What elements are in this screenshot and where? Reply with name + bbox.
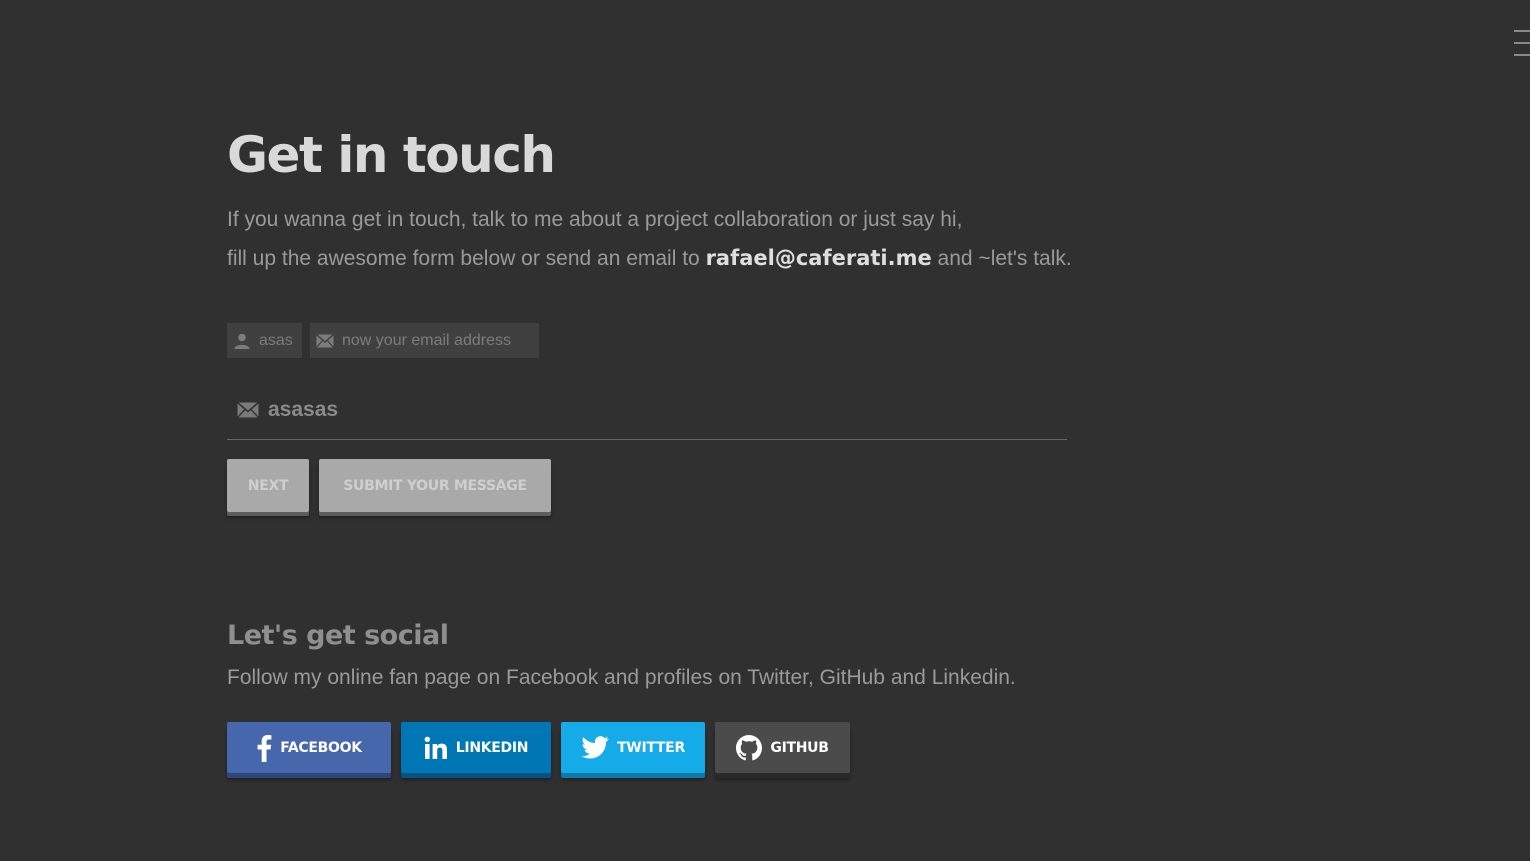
message-input[interactable]: asasas (227, 380, 1067, 440)
linkedin-button-label: LINKEDIN (455, 739, 529, 756)
email-chip[interactable]: now your email address (310, 323, 539, 358)
envelope-icon (316, 333, 334, 348)
intro-line-2-after: and ~let's talk. (931, 247, 1072, 270)
linkedin-button[interactable]: LINKEDIN (401, 722, 551, 773)
message-input-value: asasas (268, 397, 339, 421)
name-chip-value: asas (259, 331, 293, 349)
facebook-button-label: FACEBOOK (280, 739, 362, 756)
intro-line-2-before: fill up the awesome form below or send a… (227, 247, 706, 270)
facebook-icon (257, 734, 272, 762)
linkedin-icon (424, 736, 447, 759)
twitter-icon (581, 736, 609, 759)
envelope-icon (237, 401, 259, 418)
contact-email-link[interactable]: rafael@caferati.me (706, 246, 932, 270)
twitter-button[interactable]: TWITTER (561, 722, 705, 773)
email-chip-placeholder: now your email address (342, 331, 511, 349)
name-chip[interactable]: asas (227, 323, 302, 358)
github-button-label: GITHUB (770, 739, 829, 756)
github-icon (736, 734, 763, 760)
submit-message-button[interactable]: SUBMIT YOUR MESSAGE (319, 459, 551, 512)
social-description: Follow my online fan page on Facebook an… (227, 666, 1016, 689)
intro-line-1: If you wanna get in touch, talk to me ab… (227, 208, 963, 231)
page-title: Get in touch (227, 126, 556, 184)
hamburger-menu-icon[interactable] (1514, 28, 1530, 60)
user-icon (234, 333, 250, 349)
github-button[interactable]: GITHUB (715, 722, 850, 773)
intro-text: If you wanna get in touch, talk to me ab… (227, 200, 1072, 278)
next-button[interactable]: NEXT (227, 459, 309, 512)
facebook-button[interactable]: FACEBOOK (227, 722, 391, 773)
social-section-title: Let's get social (227, 620, 449, 651)
twitter-button-label: TWITTER (617, 739, 685, 756)
